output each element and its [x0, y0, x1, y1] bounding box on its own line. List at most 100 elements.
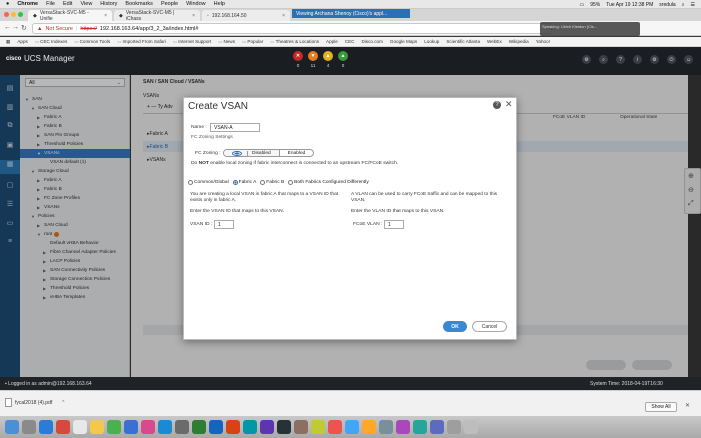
window-close-icon[interactable]: [4, 12, 9, 17]
bookmark-item[interactable]: Yahoo!: [536, 39, 550, 44]
info-icon[interactable]: i: [633, 55, 642, 64]
bookmark-item[interactable]: Scientific Atlanta: [446, 39, 480, 44]
app-store-icon[interactable]: [158, 420, 172, 434]
bookmark-item[interactable]: Apple: [326, 39, 338, 44]
close-tab-icon[interactable]: ×: [282, 13, 285, 19]
menu-help[interactable]: Help: [214, 1, 225, 7]
preview-icon[interactable]: [294, 420, 308, 434]
scope-common-global-radio[interactable]: Common/Global: [188, 180, 229, 185]
powerpoint-icon[interactable]: [226, 420, 240, 434]
download-item[interactable]: fycal2018 (4).pdf ⌃: [5, 398, 65, 407]
bookmark-item[interactable]: Google Maps: [390, 39, 417, 44]
bookmark-item[interactable]: Lookup: [424, 39, 439, 44]
menu-view[interactable]: View: [80, 1, 92, 7]
menu-file[interactable]: File: [46, 1, 55, 7]
close-icon[interactable]: ✕: [685, 402, 690, 409]
search-icon[interactable]: ⌕: [599, 55, 608, 64]
bookmark-item[interactable]: WebEx: [487, 39, 502, 44]
word-icon[interactable]: [209, 420, 223, 434]
apple-menu-icon[interactable]: ●: [6, 1, 9, 7]
bookmark-item[interactable]: News: [218, 39, 236, 45]
tab-versastack-unified[interactable]: ◆ VersaStack-SVC-M5 - Unifie ×: [28, 10, 112, 22]
menu-list-icon[interactable]: ☰: [691, 2, 695, 8]
menu-bookmarks[interactable]: Bookmarks: [125, 1, 153, 7]
fc-zoning-disabled-option[interactable]: Disabled: [224, 150, 279, 156]
pending-activities-icon[interactable]: ⚙: [582, 55, 591, 64]
podcasts-icon[interactable]: [396, 420, 410, 434]
bookmark-item[interactable]: Popular: [242, 39, 263, 45]
finder-icon[interactable]: [5, 420, 19, 434]
bookmark-item[interactable]: Disco.com: [361, 39, 382, 44]
system-preferences-icon[interactable]: [175, 420, 189, 434]
cancel-button[interactable]: Cancel: [472, 321, 507, 332]
acrobat-icon[interactable]: [328, 420, 342, 434]
settings-icon[interactable]: ⚙: [650, 55, 659, 64]
menu-history[interactable]: History: [100, 1, 117, 7]
name-input[interactable]: VSAN-A: [210, 123, 260, 132]
messages-icon[interactable]: [107, 420, 121, 434]
bookmark-item[interactable]: Theatres & Locations: [270, 39, 319, 45]
minor-fault-icon[interactable]: ▲: [323, 51, 333, 61]
back-icon[interactable]: ←: [4, 24, 11, 31]
bookmark-item[interactable]: CEC Indexes: [35, 39, 67, 45]
fcoe-vlan-input[interactable]: 1: [384, 220, 404, 229]
tab-ip-address[interactable]: ▫ 192.168.164.50 ×: [202, 10, 290, 21]
photos-icon[interactable]: [311, 420, 325, 434]
help-icon[interactable]: ?: [616, 55, 625, 64]
terminal-icon[interactable]: [277, 420, 291, 434]
battery-icon[interactable]: ▭: [579, 2, 584, 8]
window-zoom-icon[interactable]: [18, 12, 23, 17]
chrome-icon[interactable]: [56, 420, 70, 434]
fc-zoning-enabled-option[interactable]: Enabled: [278, 150, 314, 156]
outlook-icon[interactable]: [124, 420, 138, 434]
apps-icon[interactable]: ▦: [6, 39, 10, 45]
bookmark-item[interactable]: Apps: [17, 39, 27, 44]
notes-icon[interactable]: [90, 420, 104, 434]
close-icon[interactable]: ✕: [505, 99, 513, 110]
webex-icon[interactable]: [243, 420, 257, 434]
mail-icon[interactable]: [345, 420, 359, 434]
search-icon[interactable]: ⌕: [682, 2, 685, 8]
scope-both-fabrics-radio[interactable]: Both Fabrics Configured Differently: [288, 180, 369, 185]
keynote-icon[interactable]: [430, 420, 444, 434]
bookmark-item[interactable]: Common Tools: [74, 39, 111, 45]
not-secure-label[interactable]: Not Secure: [45, 26, 73, 32]
help-icon[interactable]: ?: [493, 101, 501, 109]
vlc-icon[interactable]: [362, 420, 376, 434]
jabber-icon[interactable]: [260, 420, 274, 434]
scope-fabric-a-radio[interactable]: Fabric A: [232, 180, 256, 185]
show-all-button[interactable]: Show All: [645, 402, 677, 412]
warning-fault-icon[interactable]: ▲: [338, 51, 348, 61]
downloads-stack-icon[interactable]: [447, 420, 461, 434]
launchpad-icon[interactable]: [22, 420, 36, 434]
facetime-icon[interactable]: [413, 420, 427, 434]
menu-chrome[interactable]: Chrome: [17, 1, 38, 7]
itunes-icon[interactable]: [141, 420, 155, 434]
scope-fabric-b-radio[interactable]: Fabric B: [260, 180, 284, 185]
menu-window[interactable]: Window: [186, 1, 206, 7]
chevron-up-icon[interactable]: ⌃: [61, 400, 65, 406]
critical-fault-icon[interactable]: ✕: [293, 51, 303, 61]
address-bar[interactable]: ▲ Not Secure | https:// 192.168.163.64/a…: [32, 23, 552, 34]
bookmark-item[interactable]: Imported From Safari: [117, 39, 166, 45]
close-tab-icon[interactable]: ×: [192, 13, 195, 19]
window-minimize-icon[interactable]: [11, 12, 16, 17]
trash-icon[interactable]: [464, 420, 478, 434]
menu-edit[interactable]: Edit: [63, 1, 72, 7]
calendar-icon[interactable]: [73, 420, 87, 434]
not-secure-icon[interactable]: ▲: [37, 26, 42, 32]
reload-icon[interactable]: ↻: [21, 24, 27, 32]
clock[interactable]: Tue Apr 19 12:38 PM: [606, 2, 653, 8]
major-fault-icon[interactable]: ▼: [308, 51, 318, 61]
safari-icon[interactable]: [39, 420, 53, 434]
user-icon[interactable]: ☺: [684, 55, 693, 64]
bookmark-item[interactable]: CEC: [345, 39, 355, 44]
bookmark-item[interactable]: Internet Support: [173, 39, 211, 45]
bookmark-item[interactable]: Wikipedia: [509, 39, 529, 44]
ok-button[interactable]: OK: [443, 321, 467, 332]
textedit-icon[interactable]: [379, 420, 393, 434]
forward-icon[interactable]: →: [12, 24, 19, 31]
vsan-id-input[interactable]: 1: [214, 220, 234, 229]
excel-icon[interactable]: [192, 420, 206, 434]
menu-people[interactable]: People: [161, 1, 178, 7]
